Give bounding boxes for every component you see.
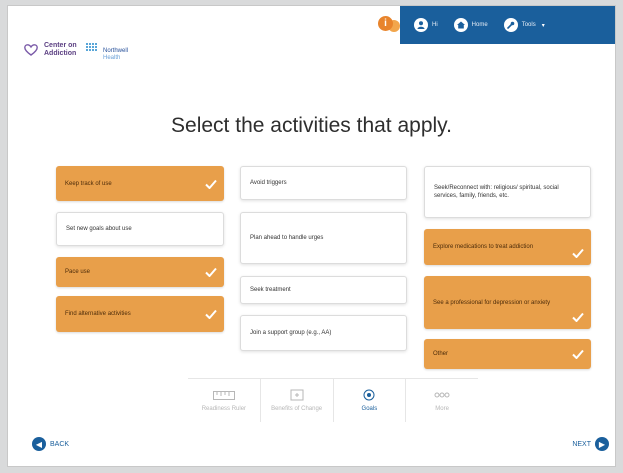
nav-tools[interactable]: Tools ▾ — [503, 18, 545, 32]
activity-card-support-group[interactable]: Join a support group (e.g., AA) — [240, 315, 407, 351]
checkmark-icon — [572, 248, 584, 258]
activity-card-keep-track[interactable]: Keep track of use — [56, 166, 224, 201]
arrow-left-icon: ◀ — [32, 437, 46, 451]
activity-card-avoid-triggers[interactable]: Avoid triggers — [240, 166, 407, 200]
activity-label: Keep track of use — [65, 180, 112, 187]
nav-user-label: Hi — [432, 22, 438, 28]
activity-card-other[interactable]: Other — [424, 339, 591, 369]
northwell-logo-icon — [86, 43, 97, 51]
step-more[interactable]: More — [406, 379, 478, 422]
activity-label: Set new goals about use — [66, 226, 132, 232]
page-title: Select the activities that apply. — [171, 114, 452, 137]
app-frame: i Hi Home Tools ▾ Center on Addiction No… — [7, 5, 616, 467]
activity-label: Seek treatment — [250, 287, 291, 293]
ruler-icon — [212, 389, 235, 401]
activity-card-alternative-activities[interactable]: Find alternative activities — [56, 296, 224, 332]
brand-name: Center on Addiction — [44, 42, 77, 57]
activity-label: Find alternative activities — [65, 311, 131, 317]
next-button[interactable]: NEXT ▶ — [572, 437, 609, 451]
logo: Center on Addiction Northwell Health — [24, 42, 128, 62]
checkmark-icon — [572, 349, 584, 359]
activity-card-pace-use[interactable]: Pace use — [56, 257, 224, 287]
checkmark-icon — [205, 267, 217, 277]
step-label: Benefits of Change — [271, 406, 323, 412]
checkmark-icon — [205, 179, 217, 189]
activity-label: See a professional for depression or anx… — [433, 299, 551, 306]
target-icon — [363, 389, 375, 401]
chat-icon[interactable]: i — [378, 16, 400, 34]
arrow-right-icon: ▶ — [595, 437, 609, 451]
nav-home-label: Home — [471, 22, 488, 28]
activity-label: Seek/Reconnect with: religious/ spiritua… — [434, 185, 559, 199]
activity-label: Other — [433, 351, 449, 357]
user-icon — [414, 18, 428, 32]
back-label: BACK — [50, 440, 70, 448]
next-label: NEXT — [572, 440, 591, 448]
back-button[interactable]: ◀ BACK — [32, 437, 69, 451]
step-navigation: Readiness Ruler Benefits of Change Goals… — [188, 378, 478, 422]
chat-badge: i — [378, 16, 393, 31]
activity-card-set-goals[interactable]: Set new goals about use — [56, 212, 224, 246]
activity-card-seek-treatment[interactable]: Seek treatment — [240, 276, 407, 304]
activity-card-plan-ahead[interactable]: Plan ahead to handle urges — [240, 212, 407, 264]
checkmark-icon — [572, 312, 584, 322]
step-label: More — [435, 406, 449, 412]
activity-label: Pace use — [65, 269, 91, 275]
nav-user[interactable]: Hi — [414, 18, 438, 32]
step-readiness-ruler[interactable]: Readiness Ruler — [188, 379, 261, 422]
step-label: Goals — [361, 406, 378, 412]
step-label: Readiness Ruler — [201, 406, 247, 412]
activity-label: Join a support group (e.g., AA) — [250, 330, 332, 336]
wrench-icon — [503, 18, 518, 32]
top-nav: Hi Home Tools ▾ — [400, 6, 615, 44]
nav-tools-label: Tools — [521, 22, 536, 28]
activity-card-reconnect[interactable]: Seek/Reconnect with: religious/ spiritua… — [424, 166, 591, 218]
home-icon — [453, 18, 468, 32]
activity-label: Explore medications to treat addiction — [433, 244, 534, 250]
scale-icon — [290, 389, 304, 401]
step-benefits-of-change[interactable]: Benefits of Change — [261, 379, 334, 422]
step-goals[interactable]: Goals — [334, 379, 407, 422]
top-bar: i Hi Home Tools ▾ — [8, 6, 615, 44]
activity-label: Avoid triggers — [250, 180, 287, 186]
heart-logo-icon — [24, 44, 38, 56]
activity-label: Plan ahead to handle urges — [250, 235, 324, 241]
nav-home[interactable]: Home — [453, 18, 488, 32]
activity-card-professional[interactable]: See a professional for depression or anx… — [424, 276, 591, 329]
partner-name: Northwell Health — [103, 48, 129, 61]
more-icon — [434, 389, 450, 401]
activity-card-medications[interactable]: Explore medications to treat addiction — [424, 229, 591, 265]
checkmark-icon — [205, 309, 217, 319]
chevron-down-icon: ▾ — [541, 22, 545, 29]
